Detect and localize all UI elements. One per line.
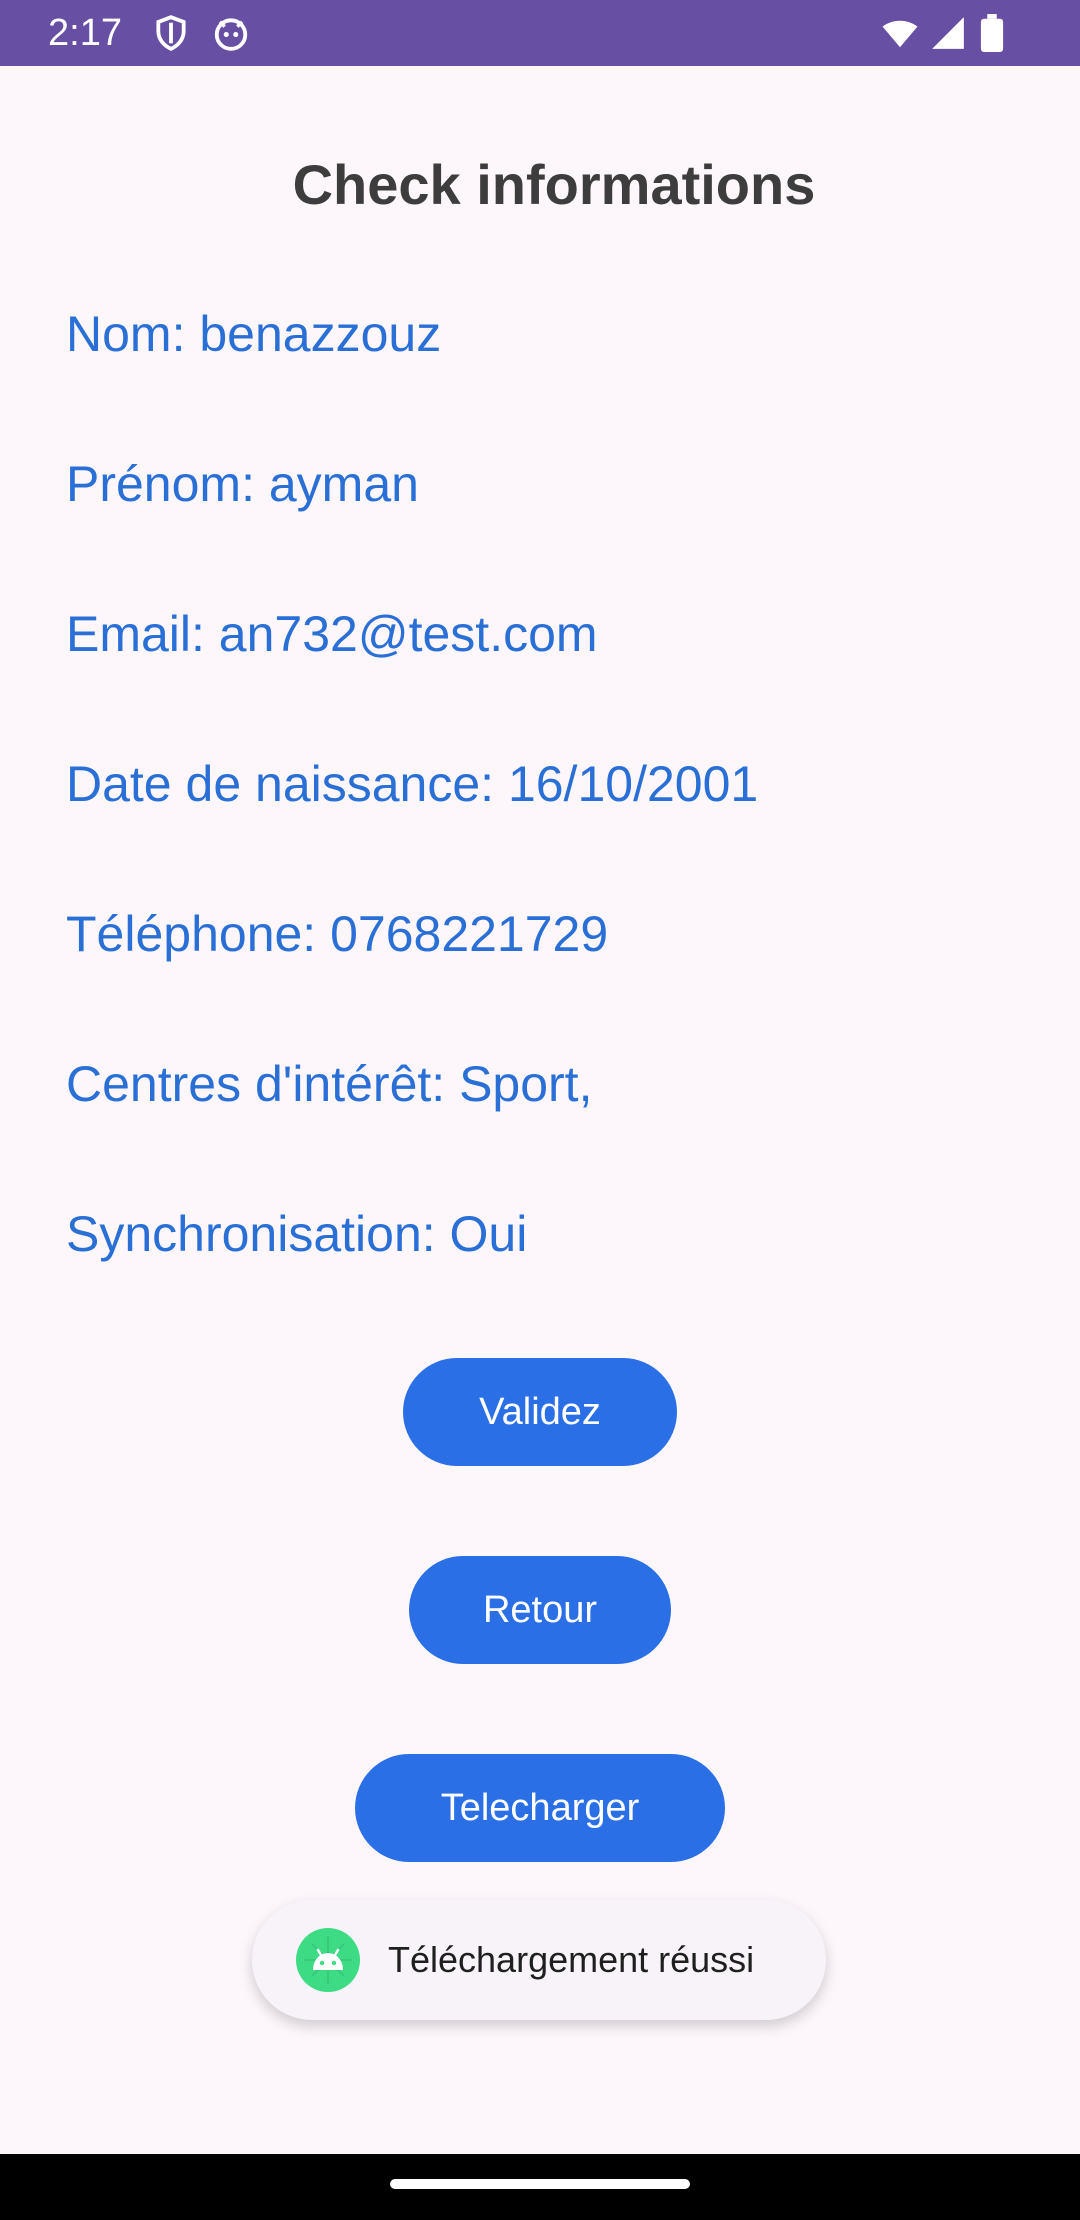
home-indicator[interactable] <box>390 2179 690 2189</box>
android-icon <box>296 1928 360 1992</box>
battery-icon <box>980 14 1004 52</box>
info-telephone: Téléphone: 0768221729 <box>66 906 609 962</box>
info-date-naissance: Date de naissance: 16/10/2001 <box>66 756 759 812</box>
shield-icon <box>156 15 186 51</box>
validate-button[interactable]: Validez <box>403 1358 677 1466</box>
wifi-icon <box>882 20 918 48</box>
toast-message: Téléchargement réussi <box>388 1939 755 1980</box>
page-title: Check informations <box>292 153 816 216</box>
status-bar: 2:17 <box>0 0 1080 66</box>
screen: 2:17 Check informations Nom: benazzouz P… <box>0 0 1080 2220</box>
info-nom: Nom: benazzouz <box>66 306 442 362</box>
info-synchronisation: Synchronisation: Oui <box>66 1206 528 1262</box>
android-face-icon <box>214 18 248 51</box>
status-time: 2:17 <box>48 12 122 54</box>
toast: Téléchargement réussi <box>252 1900 826 2020</box>
download-button[interactable]: Telecharger <box>355 1754 725 1862</box>
info-centres-interet: Centres d'intérêt: Sport, <box>66 1056 593 1112</box>
signal-icon <box>932 17 964 49</box>
info-prenom: Prénom: ayman <box>66 456 419 512</box>
info-email: Email: an732@test.com <box>66 606 598 662</box>
back-button[interactable]: Retour <box>409 1556 671 1664</box>
